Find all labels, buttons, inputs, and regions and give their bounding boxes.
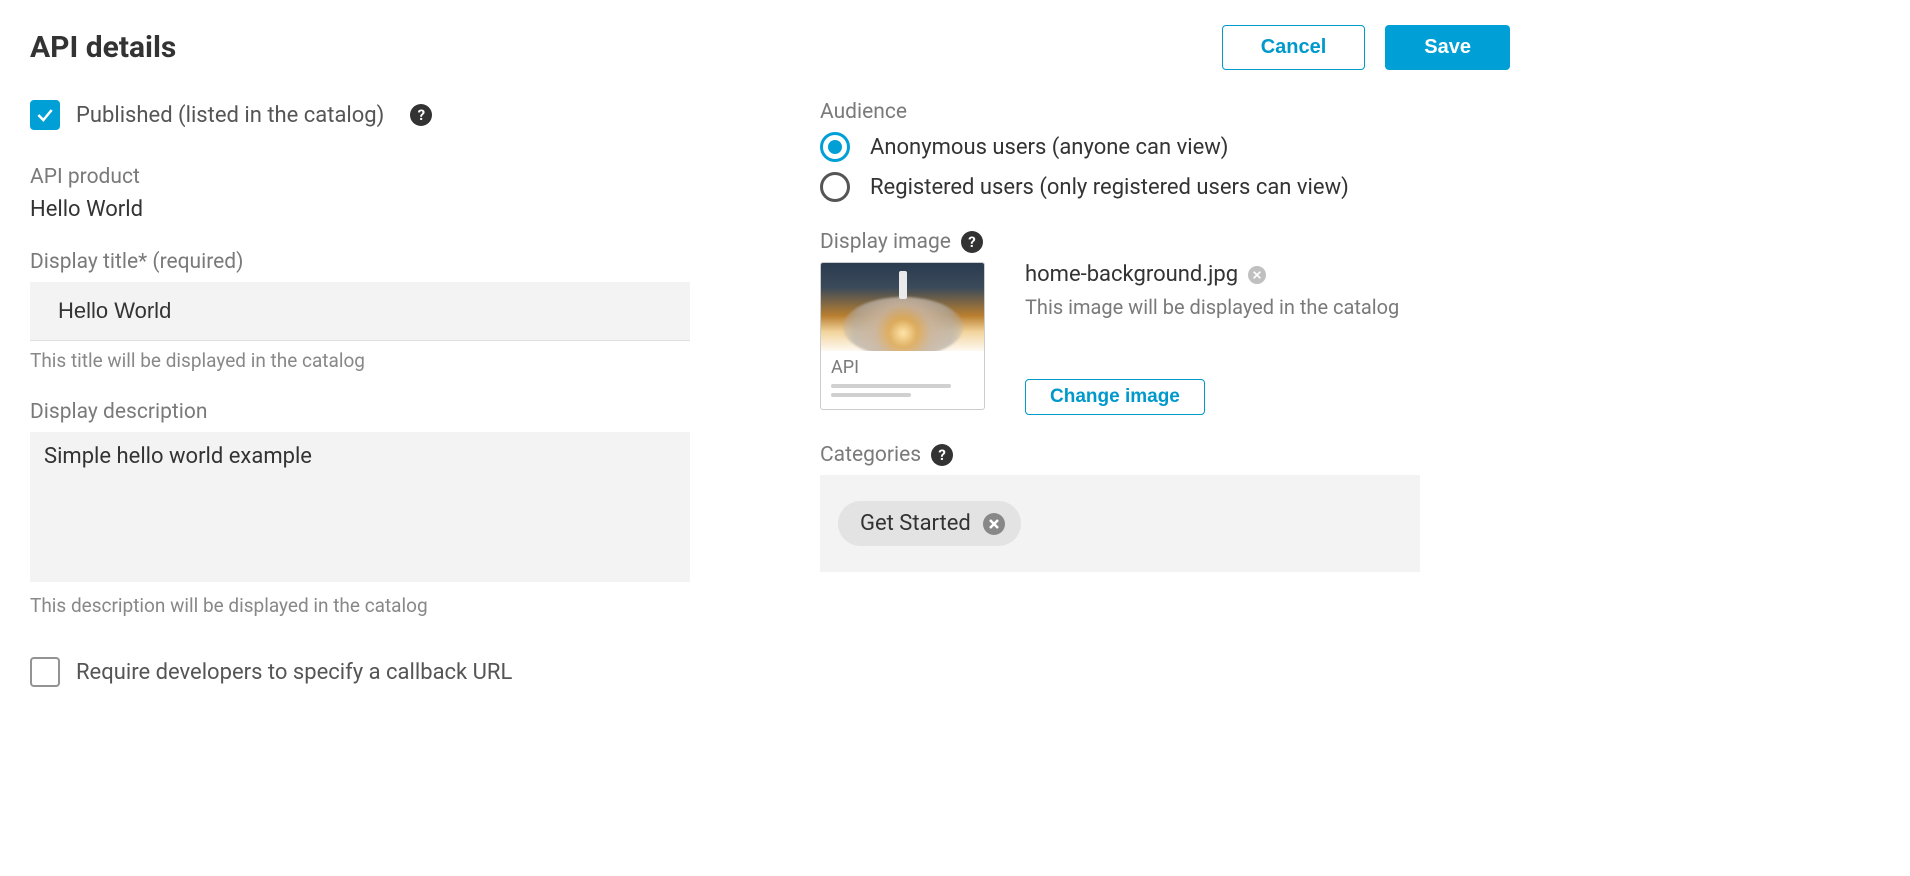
- display-title-help: This title will be displayed in the cata…: [30, 349, 720, 372]
- api-product-value: Hello World: [30, 197, 720, 222]
- display-title-label: Display title* (required): [30, 250, 720, 274]
- callback-url-label: Require developers to specify a callback…: [76, 660, 512, 685]
- help-icon[interactable]: ?: [961, 231, 983, 253]
- category-chip: Get Started: [838, 501, 1021, 546]
- close-icon: [988, 518, 1000, 530]
- close-icon: [1252, 270, 1262, 280]
- change-image-button[interactable]: Change image: [1025, 379, 1205, 415]
- help-icon[interactable]: ?: [410, 104, 432, 126]
- callback-url-checkbox[interactable]: [30, 657, 60, 687]
- radio-icon: [820, 172, 850, 202]
- api-product-label: API product: [30, 165, 720, 189]
- display-image-hint: This image will be displayed in the cata…: [1025, 295, 1510, 319]
- categories-label-text: Categories: [820, 443, 921, 467]
- display-image-label: Display image ?: [820, 230, 1510, 254]
- display-description-input[interactable]: [30, 432, 690, 582]
- categories-label: Categories ?: [820, 443, 1510, 467]
- published-checkbox[interactable]: [30, 100, 60, 130]
- audience-option-label: Registered users (only registered users …: [870, 175, 1349, 200]
- radio-icon: [820, 132, 850, 162]
- page-title: API details: [30, 30, 176, 65]
- audience-option-label: Anonymous users (anyone can view): [870, 135, 1228, 160]
- categories-field[interactable]: Get Started: [820, 475, 1420, 572]
- image-card-footer-label: API: [831, 357, 974, 378]
- cancel-button[interactable]: Cancel: [1222, 25, 1366, 70]
- display-image-thumbnail: [821, 263, 984, 351]
- remove-image-button[interactable]: [1248, 266, 1266, 284]
- display-image-label-text: Display image: [820, 230, 951, 254]
- published-label: Published (listed in the catalog): [76, 103, 384, 128]
- display-description-help: This description will be displayed in th…: [30, 594, 720, 617]
- remove-category-button[interactable]: [983, 513, 1005, 535]
- audience-label: Audience: [820, 100, 1510, 124]
- help-icon[interactable]: ?: [931, 444, 953, 466]
- display-description-label: Display description: [30, 400, 720, 424]
- save-button[interactable]: Save: [1385, 25, 1510, 70]
- display-title-input[interactable]: [30, 282, 690, 341]
- display-image-filename: home-background.jpg: [1025, 262, 1238, 287]
- category-chip-label: Get Started: [860, 511, 971, 536]
- check-icon: [35, 105, 55, 125]
- audience-option-anonymous[interactable]: Anonymous users (anyone can view): [820, 132, 1510, 162]
- audience-option-registered[interactable]: Registered users (only registered users …: [820, 172, 1510, 202]
- header-buttons: Cancel Save: [1222, 25, 1510, 70]
- display-image-card: API: [820, 262, 985, 410]
